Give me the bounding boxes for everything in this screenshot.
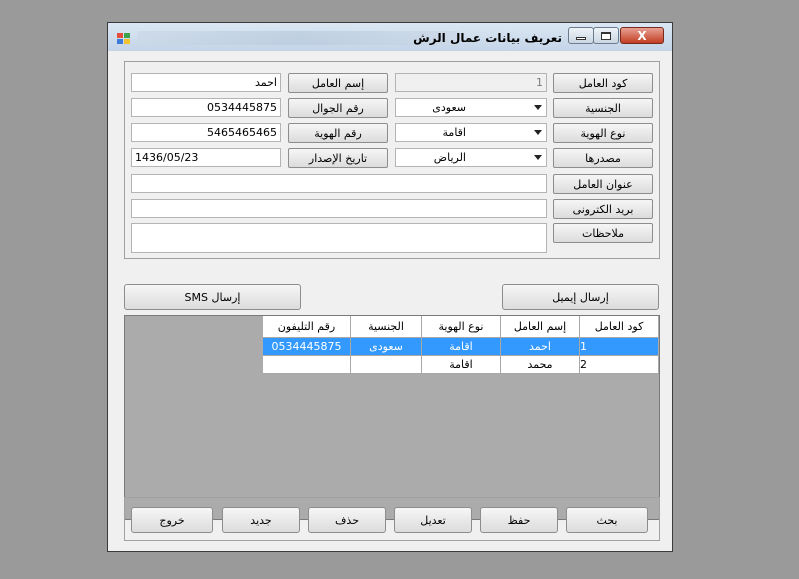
- id-source-value: الرياض: [433, 151, 466, 164]
- workers-grid[interactable]: كود العامل إسم العامل نوع الهوية الجنسية…: [124, 315, 660, 520]
- issue-date-field[interactable]: 1436/05/23: [131, 148, 281, 167]
- cell-phone: 0534445875: [263, 338, 351, 356]
- client-area: كود العامل الجنسية نوع الهوية مصدرها عنو…: [116, 53, 664, 545]
- cell-id-type: اقامة: [422, 338, 501, 356]
- label-id-number: رقم الهوية: [288, 123, 388, 143]
- label-notes: ملاحظات: [553, 223, 653, 243]
- nationality-select[interactable]: سعودى: [395, 98, 547, 117]
- column-header-nationality[interactable]: الجنسية: [351, 316, 422, 338]
- maximize-icon: [601, 31, 611, 40]
- table-row[interactable]: 1 احمد اقامة سعودى 0534445875: [263, 338, 659, 356]
- column-header-code[interactable]: كود العامل: [580, 316, 659, 338]
- minimize-icon: [576, 37, 586, 40]
- label-worker-code: كود العامل: [553, 73, 653, 93]
- cell-name: محمد: [501, 356, 580, 374]
- worker-name-field[interactable]: احمد: [131, 73, 281, 92]
- new-button[interactable]: جديد: [222, 507, 300, 533]
- edit-button[interactable]: تعديل: [394, 507, 472, 533]
- send-sms-button[interactable]: إرسال SMS: [124, 284, 301, 310]
- label-id-type: نوع الهوية: [553, 123, 653, 143]
- cell-code: 1: [580, 338, 659, 356]
- label-issue-date: تاريخ الإصدار: [288, 148, 388, 168]
- column-header-phone[interactable]: رقم التليفون: [263, 316, 351, 338]
- label-worker-name: إسم العامل: [288, 73, 388, 93]
- save-button[interactable]: حفظ: [480, 507, 558, 533]
- column-header-name[interactable]: إسم العامل: [501, 316, 580, 338]
- app-icon[interactable]: [117, 33, 131, 45]
- id-type-value: اقامة: [442, 126, 466, 139]
- notes-field[interactable]: [131, 223, 547, 253]
- delete-button[interactable]: حذف: [308, 507, 386, 533]
- id-number-field[interactable]: 5465465465: [131, 123, 281, 142]
- mobile-field[interactable]: 0534445875: [131, 98, 281, 117]
- chevron-down-icon: [534, 155, 542, 160]
- exit-button[interactable]: خروج: [131, 507, 213, 533]
- chevron-down-icon: [534, 130, 542, 135]
- close-button[interactable]: X: [620, 27, 664, 44]
- label-id-source: مصدرها: [553, 148, 653, 168]
- label-address: عنوان العامل: [553, 174, 653, 194]
- address-field[interactable]: [131, 174, 547, 193]
- cell-id-type: اقامة: [422, 356, 501, 374]
- window-title: تعريف بيانات عمال الرش: [413, 31, 562, 45]
- app-window: تعريف بيانات عمال الرش X كود العامل الجن…: [107, 22, 673, 552]
- chevron-down-icon: [534, 105, 542, 110]
- cell-phone: [263, 356, 351, 374]
- id-type-select[interactable]: اقامة: [395, 123, 547, 142]
- minimize-button[interactable]: [568, 27, 594, 44]
- maximize-button[interactable]: [593, 27, 619, 44]
- id-source-select[interactable]: الرياض: [395, 148, 547, 167]
- title-bar[interactable]: تعريف بيانات عمال الرش X: [108, 23, 672, 51]
- cell-nationality: [351, 356, 422, 374]
- grid-header: كود العامل إسم العامل نوع الهوية الجنسية…: [263, 316, 659, 338]
- title-bar-decoration: [138, 31, 458, 45]
- search-button[interactable]: بحث: [566, 507, 648, 533]
- column-header-id-type[interactable]: نوع الهوية: [422, 316, 501, 338]
- worker-code-field[interactable]: 1: [395, 73, 547, 92]
- nationality-value: سعودى: [432, 101, 466, 114]
- label-email: بريد الكترونى: [553, 199, 653, 219]
- label-mobile: رقم الجوال: [288, 98, 388, 118]
- email-field[interactable]: [131, 199, 547, 218]
- cell-nationality: سعودى: [351, 338, 422, 356]
- send-email-button[interactable]: إرسال إيميل: [502, 284, 659, 310]
- cell-name: احمد: [501, 338, 580, 356]
- label-nationality: الجنسية: [553, 98, 653, 118]
- table-row[interactable]: 2 محمد اقامة: [263, 356, 659, 374]
- cell-code: 2: [580, 356, 659, 374]
